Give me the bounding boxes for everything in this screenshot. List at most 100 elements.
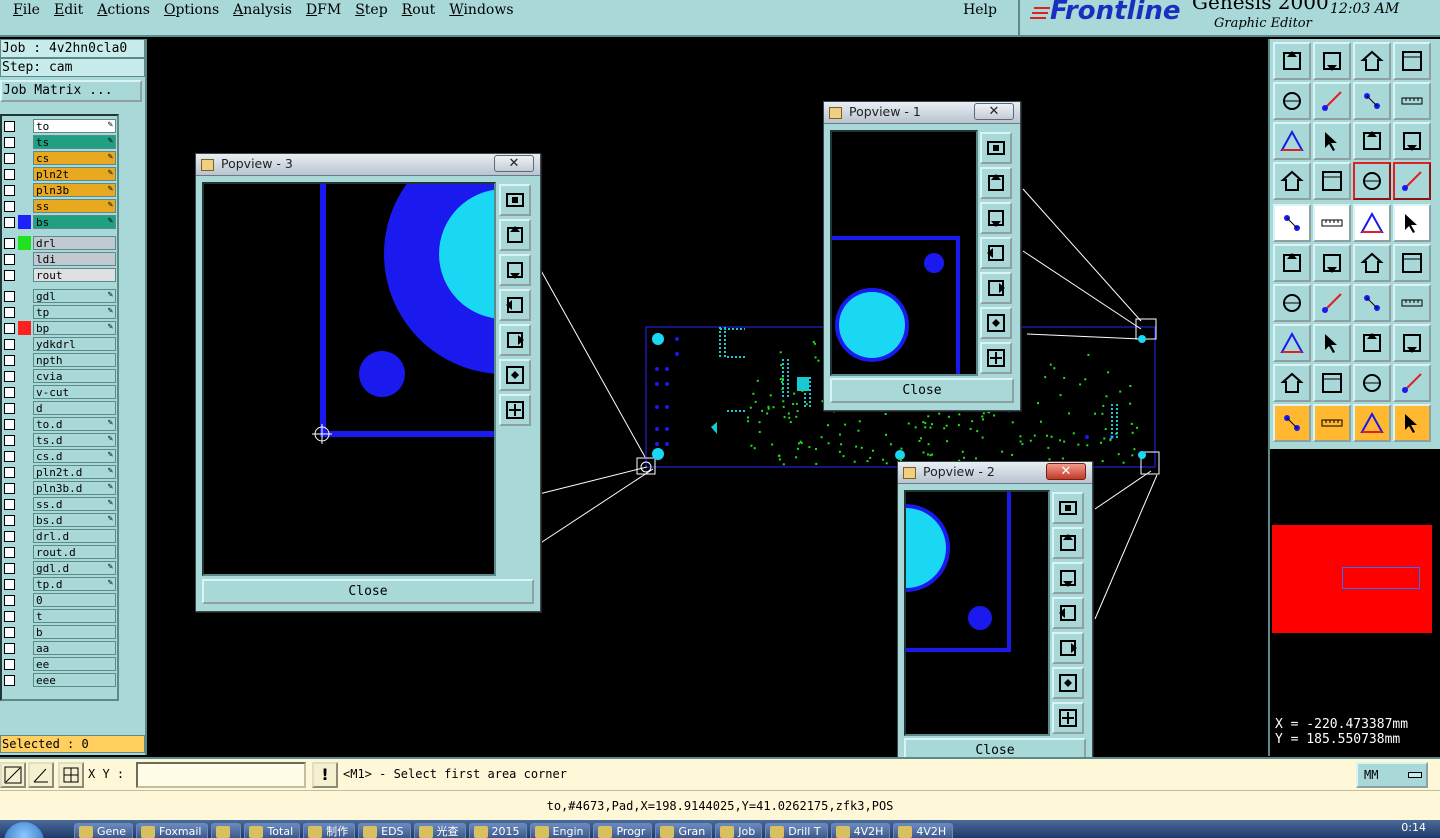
layer-row-rout.d[interactable]: rout.d — [2, 544, 117, 560]
layer-row-b[interactable]: b — [2, 624, 117, 640]
layer-row-tp.d[interactable]: tp.d ✎ — [2, 576, 117, 592]
net-tool[interactable] — [1273, 244, 1311, 282]
pan-right-button[interactable] — [1052, 632, 1084, 664]
layer-checkbox[interactable] — [4, 658, 15, 670]
arch2-tool[interactable] — [1393, 364, 1431, 402]
snap-grid-button[interactable] — [58, 762, 84, 788]
move-right-tool[interactable] — [1313, 82, 1351, 120]
layer-name[interactable]: cs.d ✎ — [33, 449, 116, 463]
menu-windows[interactable]: Windows — [442, 1, 520, 21]
menu-rout[interactable]: Rout — [395, 1, 443, 21]
layer-checkbox[interactable] — [4, 610, 15, 622]
layer-row-ydkdrl[interactable]: ydkdrl — [2, 336, 117, 352]
xy-input[interactable] — [136, 762, 306, 788]
layer-name[interactable]: ydkdrl — [33, 337, 116, 351]
pointer-box2-tool[interactable] — [1353, 404, 1391, 442]
job-matrix-button[interactable]: Job Matrix ... — [0, 80, 142, 102]
layer-name[interactable]: drl.d — [33, 529, 116, 543]
layer-name[interactable]: ts.d ✎ — [33, 433, 116, 447]
zoom-in-button[interactable] — [499, 394, 531, 426]
taskbar-item[interactable]: Gran — [655, 823, 713, 838]
layer-row-eee[interactable]: eee — [2, 672, 117, 688]
arrow-pad-tool[interactable] — [1353, 244, 1391, 282]
layer-row-pln3b.d[interactable]: pln3b.d ✎ — [2, 480, 117, 496]
layer-name[interactable]: pln2t ✎ — [33, 167, 116, 181]
pan-up-button[interactable] — [1052, 527, 1084, 559]
layer-name[interactable]: to.d ✎ — [33, 417, 116, 431]
taskbar-item[interactable]: 2015 — [468, 823, 527, 838]
fit-screen-tool[interactable] — [1273, 122, 1311, 160]
taskbar-item[interactable] — [211, 823, 242, 838]
layer-checkbox[interactable] — [4, 216, 15, 228]
layer-row-rout[interactable]: rout — [2, 267, 117, 283]
grid-tool[interactable] — [1313, 162, 1351, 200]
line-blue-tool[interactable] — [1313, 284, 1351, 322]
popview-2-view[interactable] — [904, 490, 1050, 736]
snap-red-tool[interactable] — [1353, 162, 1391, 200]
taskbar-item[interactable]: Progr — [593, 823, 653, 838]
taskbar-item[interactable]: Job — [715, 823, 763, 838]
layer-name[interactable]: cvia — [33, 369, 116, 383]
layer-name[interactable]: aa — [33, 641, 116, 655]
triangle-tool[interactable] — [1273, 364, 1311, 402]
pad-red-tool[interactable] — [1273, 324, 1311, 362]
units-select[interactable]: MM — [1356, 762, 1428, 788]
pan-right-button[interactable] — [980, 272, 1012, 304]
snap-corner-button[interactable] — [0, 762, 26, 788]
zoom-out-button[interactable] — [1052, 667, 1084, 699]
zoom-in-button[interactable] — [1052, 702, 1084, 734]
layer-checkbox[interactable] — [4, 402, 15, 414]
layer-checkbox[interactable] — [4, 594, 15, 606]
layer-checkbox[interactable] — [4, 306, 15, 318]
layer-row-pln2t.d[interactable]: pln2t.d ✎ — [2, 464, 117, 480]
layer-name[interactable]: gdl.d ✎ — [33, 561, 116, 575]
layer-row-bp[interactable]: bp ✎ — [2, 320, 117, 336]
pan-right-button[interactable] — [499, 324, 531, 356]
layer-checkbox[interactable] — [4, 546, 15, 558]
layer-row-t[interactable]: t — [2, 608, 117, 624]
popview-1-titlebar[interactable]: Popview - 1 ✕ — [824, 102, 1020, 124]
help-tool[interactable] — [1393, 122, 1431, 160]
taskbar-item[interactable]: 光查 — [413, 823, 466, 838]
taskbar-item[interactable]: Drill T — [765, 823, 828, 838]
layer-row-npth[interactable]: npth — [2, 352, 117, 368]
layer-name[interactable]: pln3b.d ✎ — [33, 481, 116, 495]
pan-up-button[interactable] — [980, 167, 1012, 199]
pan-down-button[interactable] — [1052, 562, 1084, 594]
popview-2-close-x-button[interactable]: ✕ — [1046, 463, 1086, 480]
layer-row-aa[interactable]: aa — [2, 640, 117, 656]
dim-tool[interactable] — [1353, 324, 1391, 362]
popview-1-view[interactable] — [830, 130, 978, 376]
layer-checkbox[interactable] — [4, 642, 15, 654]
popview-1-close-button[interactable]: Close — [830, 378, 1014, 403]
menu-edit[interactable]: Edit — [47, 1, 90, 21]
menu-actions[interactable]: Actions — [90, 1, 157, 21]
layer-checkbox[interactable] — [4, 466, 15, 478]
layer-name[interactable]: tp ✎ — [33, 305, 116, 319]
split-tool[interactable] — [1393, 284, 1431, 322]
pointer-tool[interactable] — [1273, 404, 1311, 442]
layer-name[interactable]: drl — [33, 236, 116, 250]
layer-row-bs[interactable]: bs ✎ — [2, 214, 117, 230]
window-tool[interactable] — [1393, 42, 1431, 80]
layer-name[interactable]: rout.d — [33, 545, 116, 559]
pan-down-button[interactable] — [980, 202, 1012, 234]
layer-row-ts.d[interactable]: ts.d ✎ — [2, 432, 117, 448]
pan-down-button[interactable] — [499, 254, 531, 286]
layer-checkbox[interactable] — [4, 354, 15, 366]
menu-analysis[interactable]: Analysis — [226, 1, 299, 21]
layer-checkbox[interactable] — [4, 498, 15, 510]
layer-name[interactable]: 0 — [33, 593, 116, 607]
measure-tool[interactable] — [1353, 204, 1391, 242]
pan-left-button[interactable] — [980, 237, 1012, 269]
overview-map[interactable] — [1268, 449, 1440, 711]
layer-row-cs.d[interactable]: cs.d ✎ — [2, 448, 117, 464]
pan-left-button[interactable] — [499, 289, 531, 321]
ratio-tool[interactable] — [1353, 122, 1391, 160]
layer-row-drl.d[interactable]: drl.d — [2, 528, 117, 544]
pad-dark-tool[interactable] — [1393, 204, 1431, 242]
layer-checkbox[interactable] — [4, 237, 15, 249]
layer-checkbox[interactable] — [4, 514, 15, 526]
menu-step[interactable]: Step — [348, 1, 394, 21]
layer-checkbox[interactable] — [4, 253, 15, 265]
